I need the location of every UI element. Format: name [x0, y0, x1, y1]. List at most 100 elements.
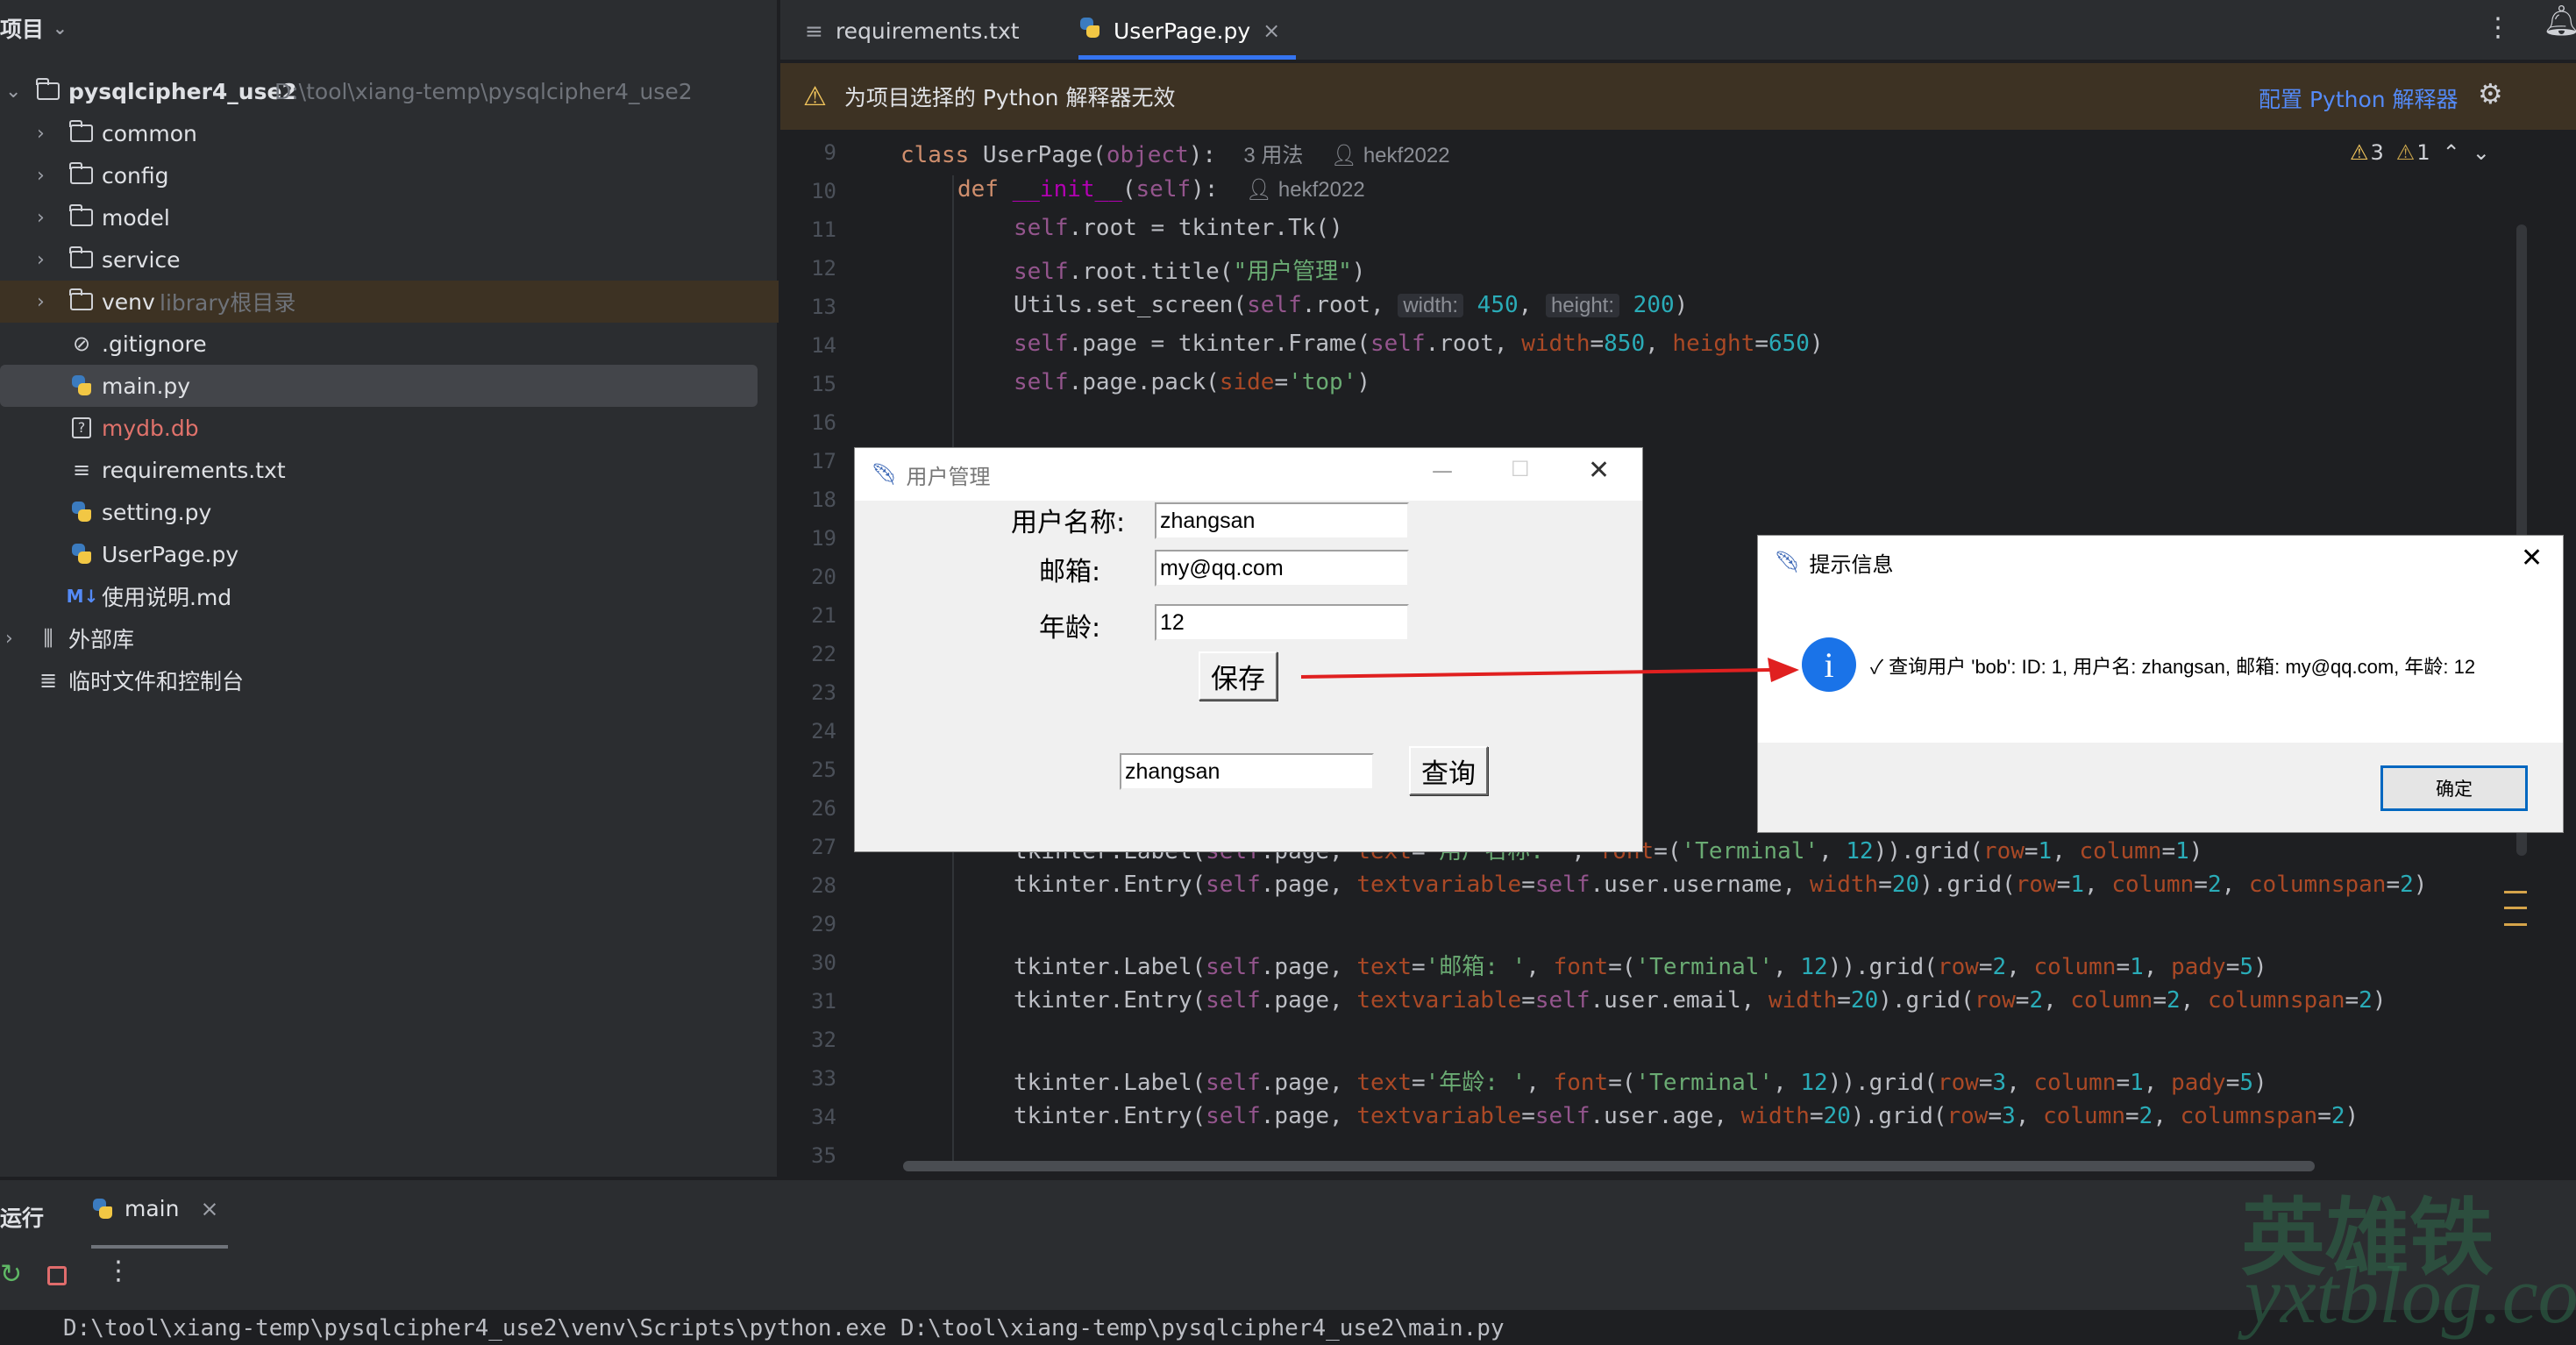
line-number: 23: [811, 680, 836, 705]
line-number: 27: [811, 835, 836, 859]
horizontal-scrollbar[interactable]: [903, 1161, 2315, 1171]
age-entry[interactable]: 12: [1155, 604, 1409, 641]
configure-interpreter-link[interactable]: 配置 Python 解释器: [2259, 82, 2459, 114]
minimize-icon[interactable]: —: [1432, 459, 1453, 483]
close-icon[interactable]: ✕: [1588, 455, 1610, 486]
folder-icon: [68, 204, 95, 231]
project-panel-title: 项目: [0, 17, 45, 42]
email-label: 邮箱:: [1039, 557, 1101, 587]
tree-item-external-libs[interactable]: › ⫼ 外部库: [0, 617, 779, 659]
warning-icon: ⚠: [2350, 140, 2369, 165]
code-line-28: tkinter.Entry(self.page, textvariable=se…: [1014, 872, 2428, 898]
chevron-down-icon[interactable]: ⌄: [2473, 140, 2490, 165]
stop-icon[interactable]: [47, 1266, 67, 1285]
tree-item-mydb[interactable]: ? mydb.db: [0, 407, 779, 449]
console-line: D:\tool\xiang-temp\pysqlcipher4_use2\ven…: [63, 1315, 1505, 1341]
folder-icon: [68, 120, 95, 146]
gear-icon[interactable]: ⚙: [2478, 77, 2503, 110]
tree-item-readme[interactable]: M↓ 使用说明.md: [0, 575, 779, 617]
chevron-right-icon: ›: [37, 122, 45, 145]
tree-item-model[interactable]: › model: [0, 196, 779, 238]
code-line-10: def __init__(self): 👤︎ hekf2022: [957, 176, 1365, 203]
ignore-icon: ⊘: [72, 331, 91, 356]
project-panel-header[interactable]: 项目 ⌄: [0, 12, 68, 44]
more-icon[interactable]: ⋮: [105, 1256, 132, 1286]
tree-root[interactable]: ⌄ pysqlcipher4_use2 D:\tool\xiang-temp\p…: [0, 70, 779, 112]
line-number: 22: [811, 642, 836, 666]
tree-item-setting-py[interactable]: setting.py: [0, 491, 779, 533]
line-number: 28: [811, 873, 836, 898]
close-icon[interactable]: ×: [200, 1196, 218, 1221]
username-entry[interactable]: zhangsan: [1155, 502, 1409, 539]
tree-item-requirements[interactable]: ≡ requirements.txt: [0, 449, 779, 491]
feather-icon: 🪶︎: [871, 462, 898, 487]
close-icon[interactable]: ✕: [2521, 543, 2543, 573]
tab-requirements[interactable]: ≡ requirements.txt: [805, 0, 1020, 61]
inspection-widget[interactable]: ⚠ 3 ⚠ 1 ⌃ ⌄: [2350, 140, 2490, 165]
folder-icon: [68, 246, 95, 273]
tree-item-note: library根目录: [160, 290, 296, 316]
python-icon: [68, 541, 95, 567]
author-hint: hekf2022: [1363, 144, 1450, 167]
code-line-11: self.root = tkinter.Tk(): [1014, 215, 1343, 241]
window-titlebar[interactable]: 🪶︎ 用户管理 — ☐ ✕: [855, 448, 1642, 501]
run-toolbar: ↻ ⋮: [0, 1249, 2576, 1310]
tree-item-userpage-py[interactable]: UserPage.py: [0, 533, 779, 575]
line-number: 30: [811, 950, 836, 975]
code-line-34: tkinter.Entry(self.page, textvariable=se…: [1014, 1103, 2359, 1129]
rerun-icon[interactable]: ↻: [0, 1259, 22, 1290]
line-number: 18: [811, 487, 836, 512]
line-number: 19: [811, 526, 836, 551]
info-dialog: 🪶︎ 提示信息 ✕ i ✓ 查询用户 'bob': ID: 1, 用户名: zh…: [1757, 535, 2564, 833]
query-entry[interactable]: zhangsan: [1120, 753, 1374, 790]
close-icon[interactable]: ×: [1263, 18, 1280, 43]
line-number: 26: [811, 796, 836, 821]
query-button[interactable]: 查询: [1409, 746, 1488, 795]
window-title: 用户管理: [906, 464, 991, 489]
console-output[interactable]: D:\tool\xiang-temp\pysqlcipher4_use2\ven…: [0, 1310, 2576, 1345]
code-line-31: tkinter.Entry(self.page, textvariable=se…: [1014, 987, 2387, 1014]
more-icon[interactable]: ⋮: [2485, 12, 2511, 43]
python-icon: [1078, 17, 1101, 45]
chevron-down-icon: ⌄: [53, 18, 68, 39]
line-number: 34: [811, 1105, 836, 1129]
annotation-arrow: [1300, 658, 1799, 682]
line-number: 29: [811, 912, 836, 936]
chevron-up-icon[interactable]: ⌃: [2443, 140, 2460, 165]
bell-icon[interactable]: 🔔︎: [2543, 4, 2576, 39]
dialog-message: ✓ 查询用户 'bob': ID: 1, 用户名: zhangsan, 邮箱: …: [1870, 656, 2476, 678]
tab-userpage[interactable]: UserPage.py ×: [1078, 0, 1280, 61]
line-number: 9: [823, 140, 836, 165]
line-number: 25: [811, 758, 836, 782]
warning-text: 为项目选择的 Python 解释器无效: [843, 85, 1176, 110]
line-number: 11: [811, 217, 836, 242]
tree-item-gitignore[interactable]: ⊘ .gitignore: [0, 323, 779, 365]
ok-button[interactable]: 确定: [2380, 765, 2528, 811]
project-panel: 项目 ⌄ ⌄ pysqlcipher4_use2 D:\tool\xiang-t…: [0, 0, 779, 1177]
email-entry[interactable]: my@qq.com: [1155, 550, 1409, 587]
folder-icon: [68, 288, 95, 315]
save-button[interactable]: 保存: [1199, 651, 1277, 701]
arrow-head: [1768, 658, 1799, 682]
maximize-icon[interactable]: ☐: [1511, 457, 1530, 481]
line-number: 33: [811, 1066, 836, 1091]
tree-item-service[interactable]: › service: [0, 238, 779, 281]
tree-item-common[interactable]: › common: [0, 112, 779, 154]
tree-item-scratches[interactable]: ≣ 临时文件和控制台: [0, 659, 779, 701]
structure-icon[interactable]: [2504, 891, 2527, 926]
tree-item-venv[interactable]: › venv library根目录: [0, 281, 779, 323]
chevron-right-icon: ›: [37, 290, 45, 313]
line-number: 13: [811, 295, 836, 319]
tab-label: UserPage.py: [1114, 18, 1251, 44]
tree-item-config[interactable]: › config: [0, 154, 779, 196]
library-icon: ⫼: [43, 626, 53, 651]
run-panel-header: 运行 main ×: [0, 1178, 2576, 1249]
root-name: pysqlcipher4_use2: [68, 78, 297, 104]
line-number: 35: [811, 1143, 836, 1168]
dialog-titlebar[interactable]: 🪶︎ 提示信息 ✕: [1758, 536, 2563, 588]
run-tab-main[interactable]: main ×: [91, 1196, 218, 1221]
tree-item-main-py[interactable]: main.py: [0, 365, 779, 407]
chevron-right-icon: ›: [37, 248, 45, 271]
text-file-icon: ≡: [72, 458, 91, 482]
tree-item-label: 临时文件和控制台: [68, 669, 245, 694]
